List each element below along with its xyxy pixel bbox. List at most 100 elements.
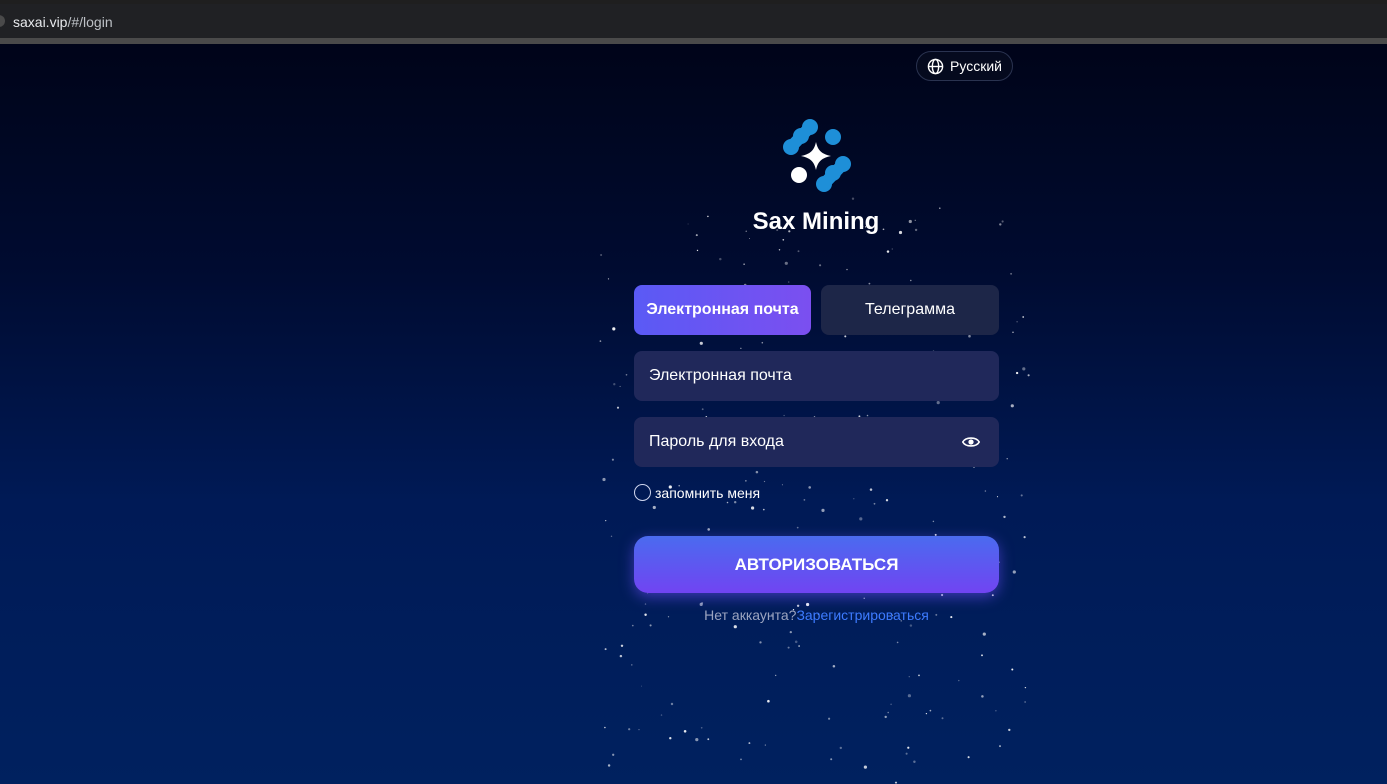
star (616, 406, 620, 409)
star (701, 408, 704, 411)
star (599, 340, 602, 342)
star (600, 253, 603, 257)
password-field-container (634, 417, 999, 467)
star (991, 594, 994, 597)
star (740, 347, 742, 349)
star (803, 499, 806, 501)
star (625, 373, 628, 376)
star (740, 758, 742, 761)
star (885, 499, 889, 502)
tab-email[interactable]: Электронная почта (634, 285, 811, 335)
language-selector[interactable]: Русский (916, 51, 1013, 81)
star (707, 215, 709, 218)
star (669, 737, 672, 740)
globe-icon (927, 58, 944, 74)
star (707, 528, 710, 531)
star (808, 486, 811, 489)
star (611, 458, 614, 461)
star (719, 257, 722, 261)
star (1023, 536, 1026, 539)
browser-toolbar: saxai.vip/#/login (0, 0, 1387, 44)
star (918, 674, 920, 677)
star (1008, 728, 1011, 732)
star (612, 753, 615, 756)
star (755, 470, 759, 474)
star (995, 710, 997, 712)
star (695, 234, 698, 237)
star (1024, 686, 1027, 689)
star (602, 477, 606, 482)
star (1015, 371, 1019, 375)
star (851, 197, 855, 200)
star (907, 746, 910, 749)
star (687, 223, 689, 225)
star (619, 654, 623, 658)
address-bar[interactable]: saxai.vip/#/login (0, 4, 1387, 38)
star (884, 715, 887, 719)
star (828, 717, 831, 720)
star (638, 728, 640, 731)
signup-prompt-line: Нет аккаунта?Зарегистрироваться (634, 607, 999, 623)
brand-name: Sax Mining (752, 208, 880, 235)
star (894, 781, 898, 784)
star (873, 502, 876, 505)
star (748, 742, 751, 745)
star (607, 764, 611, 767)
star (890, 703, 892, 706)
star (796, 526, 799, 529)
password-input[interactable] (634, 417, 999, 467)
star (1011, 668, 1014, 671)
star (939, 207, 941, 209)
star (910, 279, 912, 282)
star (1001, 220, 1004, 223)
star (832, 664, 836, 668)
remember-me-label: запомнить меня (655, 484, 761, 501)
star (1024, 701, 1026, 703)
star (819, 264, 822, 267)
star (1016, 321, 1018, 323)
star (745, 480, 747, 482)
star (1003, 515, 1006, 519)
remember-me-toggle[interactable]: запомнить меня (634, 484, 760, 501)
email-input[interactable] (634, 351, 999, 401)
star (778, 249, 781, 251)
star (981, 695, 984, 698)
starfield-background (599, 197, 1030, 784)
star (782, 238, 785, 241)
star (844, 335, 847, 338)
star (1010, 404, 1014, 408)
star (846, 268, 848, 271)
star (640, 685, 643, 687)
login-page: Русский Sax Mining Электронная почта Тел… (0, 44, 1387, 784)
login-button[interactable]: АВТОРИЗОВАТЬСЯ (634, 536, 999, 593)
star (787, 281, 790, 283)
star (967, 756, 970, 759)
star (607, 278, 610, 280)
star (999, 745, 1001, 748)
star (670, 702, 674, 706)
star (863, 765, 868, 769)
star (925, 712, 928, 715)
star (748, 237, 751, 240)
star (644, 603, 647, 605)
star (981, 654, 983, 657)
star (1010, 272, 1013, 275)
tab-telegram[interactable]: Телеграмма (821, 285, 999, 335)
star (941, 717, 944, 720)
star (660, 714, 663, 716)
eye-icon[interactable] (962, 433, 980, 451)
star (604, 648, 607, 651)
star (1006, 458, 1008, 460)
star (699, 341, 703, 345)
star (999, 223, 1002, 226)
remember-me-radio[interactable] (634, 484, 651, 501)
register-link[interactable]: Зарегистрироваться (796, 607, 928, 623)
star (891, 248, 893, 250)
site-info-icon[interactable] (0, 15, 5, 27)
star (886, 250, 890, 253)
star (798, 645, 800, 647)
star (733, 500, 737, 504)
star (905, 752, 908, 755)
address-bar-url[interactable]: saxai.vip/#/login (13, 14, 113, 30)
star (612, 327, 616, 331)
